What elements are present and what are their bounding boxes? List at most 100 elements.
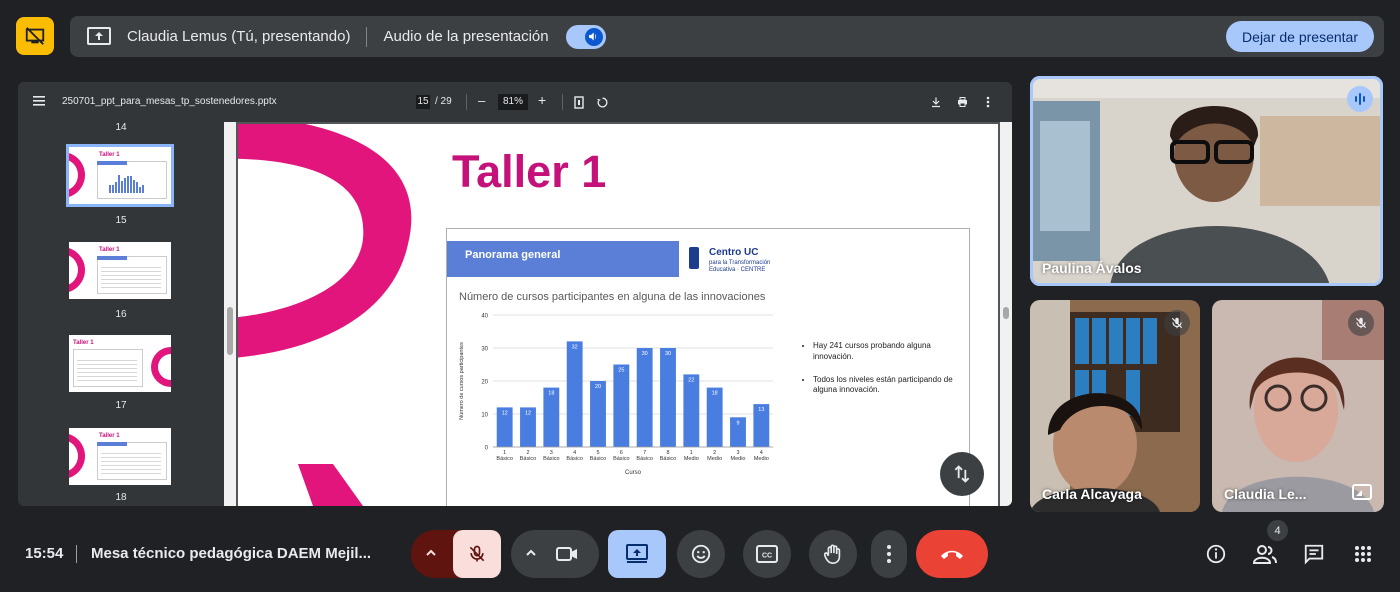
- clock: 15:54: [25, 545, 64, 562]
- x-tick-label: Básico: [590, 456, 607, 462]
- data-label: 30: [665, 351, 671, 357]
- participant-tile[interactable]: Carla Alcayaga: [1030, 300, 1200, 512]
- mic-off-icon: [469, 545, 485, 562]
- slide-decoration: [238, 124, 412, 506]
- x-tick-label: Básico: [636, 456, 653, 462]
- end-call-icon: [941, 550, 963, 559]
- pdf-viewer: 250701_ppt_para_mesas_tp_sostenedores.pp…: [18, 82, 1012, 506]
- thumbnail-title: Taller 1: [99, 247, 120, 253]
- audio-options-chevron-icon[interactable]: [425, 546, 437, 564]
- zoom-out-button[interactable]: –: [478, 93, 485, 108]
- thumbnail-table: [101, 264, 161, 288]
- presenting-bar: Claudia Lemus (Tú, presentando) Audio de…: [70, 16, 1384, 57]
- participant-tile[interactable]: Paulina Ávalos: [1030, 76, 1383, 286]
- present-screen-icon: [626, 544, 648, 563]
- mic-off-icon: [1348, 310, 1374, 336]
- presentation-toggle-button[interactable]: [16, 17, 54, 55]
- data-label: 18: [712, 391, 718, 397]
- camera-control-group: [511, 530, 599, 578]
- y-tick-label: 30: [481, 347, 488, 353]
- meet-window: Claudia Lemus (Tú, presentando) Audio de…: [0, 0, 1400, 592]
- chart-title: Número de cursos participantes en alguna…: [459, 291, 766, 303]
- data-label: 13: [758, 407, 764, 413]
- thumbnail-title: Taller 1: [73, 340, 94, 346]
- scrollbar-thumb[interactable]: [227, 307, 233, 355]
- closed-captions-icon: CC: [756, 545, 778, 563]
- volume-icon: [584, 27, 603, 46]
- stop-presenting-button[interactable]: Dejar de presentar: [1226, 21, 1374, 52]
- logo-line: Centro UC: [709, 247, 759, 258]
- svg-text:CC: CC: [762, 553, 772, 560]
- people-icon: [1253, 545, 1277, 564]
- chat-icon: [1304, 544, 1324, 565]
- thumbnail-label: 15: [115, 215, 127, 226]
- page-area: Taller 1 Panorama general Centro UC para…: [236, 122, 1012, 506]
- raise-hand-button[interactable]: [809, 530, 857, 578]
- captions-button[interactable]: CC: [743, 530, 791, 578]
- bullet-item: Hay 241 cursos probando alguna innovació…: [813, 341, 959, 363]
- page-number-input[interactable]: 15: [416, 95, 430, 109]
- menu-icon[interactable]: [33, 96, 45, 109]
- page-total: / 29: [435, 96, 452, 107]
- people-button[interactable]: [1253, 542, 1277, 566]
- presentation-audio-toggle[interactable]: [565, 24, 606, 49]
- participant-name: Paulina Ávalos: [1042, 260, 1142, 276]
- scrollbar-thumb[interactable]: [1003, 307, 1009, 319]
- data-label: 32: [572, 344, 578, 350]
- participant-video: [1030, 76, 1383, 286]
- bar: [660, 348, 676, 447]
- more-options-button[interactable]: [871, 530, 907, 578]
- y-tick-label: 10: [481, 413, 488, 419]
- presenter-label: Claudia Lemus (Tú, presentando): [127, 28, 351, 45]
- meeting-details-button[interactable]: [1204, 542, 1228, 566]
- thumbnail-sidebar[interactable]: 14 Taller 1 15 Taller 1 16 Taller 1 17 T…: [18, 122, 224, 506]
- fit-page-icon[interactable]: [571, 94, 587, 110]
- data-label: 12: [525, 410, 531, 416]
- data-label: 12: [502, 410, 508, 416]
- bar: [590, 381, 606, 447]
- audio-label: Audio de la presentación: [383, 28, 549, 45]
- x-tick-label: Básico: [660, 456, 677, 462]
- file-name: 250701_ppt_para_mesas_tp_sostenedores.pp…: [62, 96, 277, 107]
- video-options-chevron-icon[interactable]: [525, 546, 537, 564]
- present-button[interactable]: [608, 530, 666, 578]
- thumbnail-page[interactable]: Taller 1: [69, 335, 171, 392]
- thumbnail-page[interactable]: Taller 1: [69, 242, 171, 299]
- participant-tile[interactable]: Claudia Le...: [1212, 300, 1384, 512]
- swap-layout-button[interactable]: [940, 452, 984, 496]
- thumbnail-table: [77, 357, 137, 381]
- y-axis-label: Número de cursos participantes: [459, 342, 465, 420]
- participant-count-badge: 4: [1267, 520, 1288, 541]
- zoom-input[interactable]: 81%: [498, 94, 528, 110]
- camera-toggle-button[interactable]: [555, 542, 579, 571]
- thumbnail-page[interactable]: Taller 1: [66, 144, 174, 207]
- reactions-button[interactable]: [677, 530, 725, 578]
- x-tick-label: Básico: [613, 456, 630, 462]
- thumbnail-scrollbar[interactable]: [224, 122, 236, 506]
- activities-button[interactable]: [1351, 542, 1375, 566]
- picture-in-picture-icon[interactable]: [1350, 482, 1374, 502]
- x-tick-label: Básico: [543, 456, 560, 462]
- card-header: Panorama general: [447, 241, 679, 277]
- thumbnail-page[interactable]: Taller 1: [69, 428, 171, 485]
- chat-button[interactable]: [1302, 542, 1326, 566]
- leave-call-button[interactable]: [916, 530, 988, 578]
- thumbnail-chart: [109, 175, 144, 193]
- page-scrollbar[interactable]: [1000, 122, 1012, 506]
- rotate-icon[interactable]: [594, 94, 610, 110]
- more-options-icon[interactable]: [980, 94, 996, 110]
- info-icon: [1206, 544, 1226, 564]
- thumbnail-shape: [69, 152, 85, 198]
- thumbnail-shape: [151, 347, 171, 387]
- print-icon[interactable]: [954, 94, 970, 110]
- mic-toggle-button[interactable]: [453, 530, 501, 578]
- data-label: 22: [688, 377, 694, 383]
- divider: [76, 545, 77, 563]
- bullet-item: Todos los niveles están participando de …: [813, 375, 959, 397]
- download-icon[interactable]: [928, 94, 944, 110]
- viewer-toolbar: 250701_ppt_para_mesas_tp_sostenedores.pp…: [18, 82, 1012, 122]
- zoom-in-button[interactable]: +: [538, 92, 546, 108]
- data-label: 9: [736, 420, 739, 426]
- thumbnail-title: Taller 1: [99, 433, 120, 439]
- apps-grid-icon: [1355, 546, 1371, 562]
